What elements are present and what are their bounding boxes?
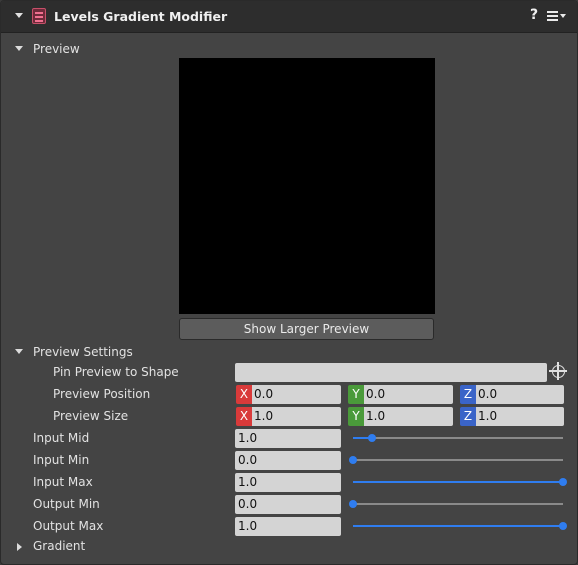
input-mid-label: Input Mid (33, 431, 90, 445)
component-icon (32, 8, 46, 24)
output-min-slider[interactable] (349, 498, 563, 510)
position-y-axis-badge: Y (348, 385, 364, 404)
entity-picker-target-icon[interactable] (549, 362, 567, 380)
input-max-slider[interactable] (353, 476, 567, 488)
position-z-axis-badge: Z (460, 385, 476, 404)
collapse-caret-icon[interactable] (15, 13, 23, 18)
output-max-slider[interactable] (353, 520, 567, 532)
size-x-field[interactable]: 1.0 (252, 407, 341, 426)
pin-preview-to-shape-field[interactable] (235, 363, 547, 382)
component-header[interactable]: Levels Gradient Modifier ? (1, 1, 577, 33)
size-z-field[interactable]: 1.0 (476, 407, 564, 426)
preview-expand-caret-icon[interactable] (15, 46, 23, 51)
slider-handle[interactable] (349, 456, 357, 464)
size-x-axis-badge: X (236, 407, 252, 426)
gradient-preview-image (179, 58, 435, 314)
position-y-field[interactable]: 0.0 (364, 385, 453, 404)
input-mid-slider[interactable] (353, 432, 563, 444)
output-min-field[interactable]: 0.0 (235, 495, 341, 514)
help-button[interactable]: ? (530, 7, 538, 23)
preview-size-label: Preview Size (53, 409, 129, 423)
component-menu-button[interactable] (547, 11, 567, 23)
position-x-field[interactable]: 0.0 (252, 385, 341, 404)
input-min-slider[interactable] (349, 454, 563, 466)
levels-gradient-modifier-panel: Levels Gradient Modifier ? Preview Show … (0, 0, 578, 565)
slider-handle[interactable] (559, 522, 567, 530)
preview-settings-expand-caret-icon[interactable] (15, 349, 23, 354)
pin-preview-label: Pin Preview to Shape (53, 365, 179, 379)
gradient-expand-caret-icon[interactable] (17, 543, 22, 551)
input-min-field[interactable]: 0.0 (235, 451, 341, 470)
gradient-section-label[interactable]: Gradient (33, 539, 85, 553)
size-y-field[interactable]: 1.0 (364, 407, 453, 426)
slider-handle[interactable] (559, 478, 567, 486)
size-z-axis-badge: Z (460, 407, 476, 426)
size-y-axis-badge: Y (348, 407, 364, 426)
show-larger-preview-button[interactable]: Show Larger Preview (179, 318, 434, 340)
position-z-field[interactable]: 0.0 (476, 385, 564, 404)
preview-position-label: Preview Position (53, 387, 151, 401)
slider-handle[interactable] (349, 500, 357, 508)
output-min-label: Output Min (33, 497, 100, 511)
input-max-field[interactable]: 1.0 (235, 473, 341, 492)
output-max-label: Output Max (33, 519, 104, 533)
output-max-field[interactable]: 1.0 (235, 517, 341, 536)
input-min-label: Input Min (33, 453, 90, 467)
input-mid-field[interactable]: 1.0 (235, 429, 341, 448)
chevron-down-icon (560, 14, 566, 18)
input-max-label: Input Max (33, 475, 93, 489)
preview-settings-section-label[interactable]: Preview Settings (33, 345, 133, 359)
slider-handle[interactable] (367, 434, 376, 442)
preview-section-label[interactable]: Preview (33, 42, 80, 56)
position-x-axis-badge: X (236, 385, 252, 404)
component-title: Levels Gradient Modifier (54, 9, 228, 24)
